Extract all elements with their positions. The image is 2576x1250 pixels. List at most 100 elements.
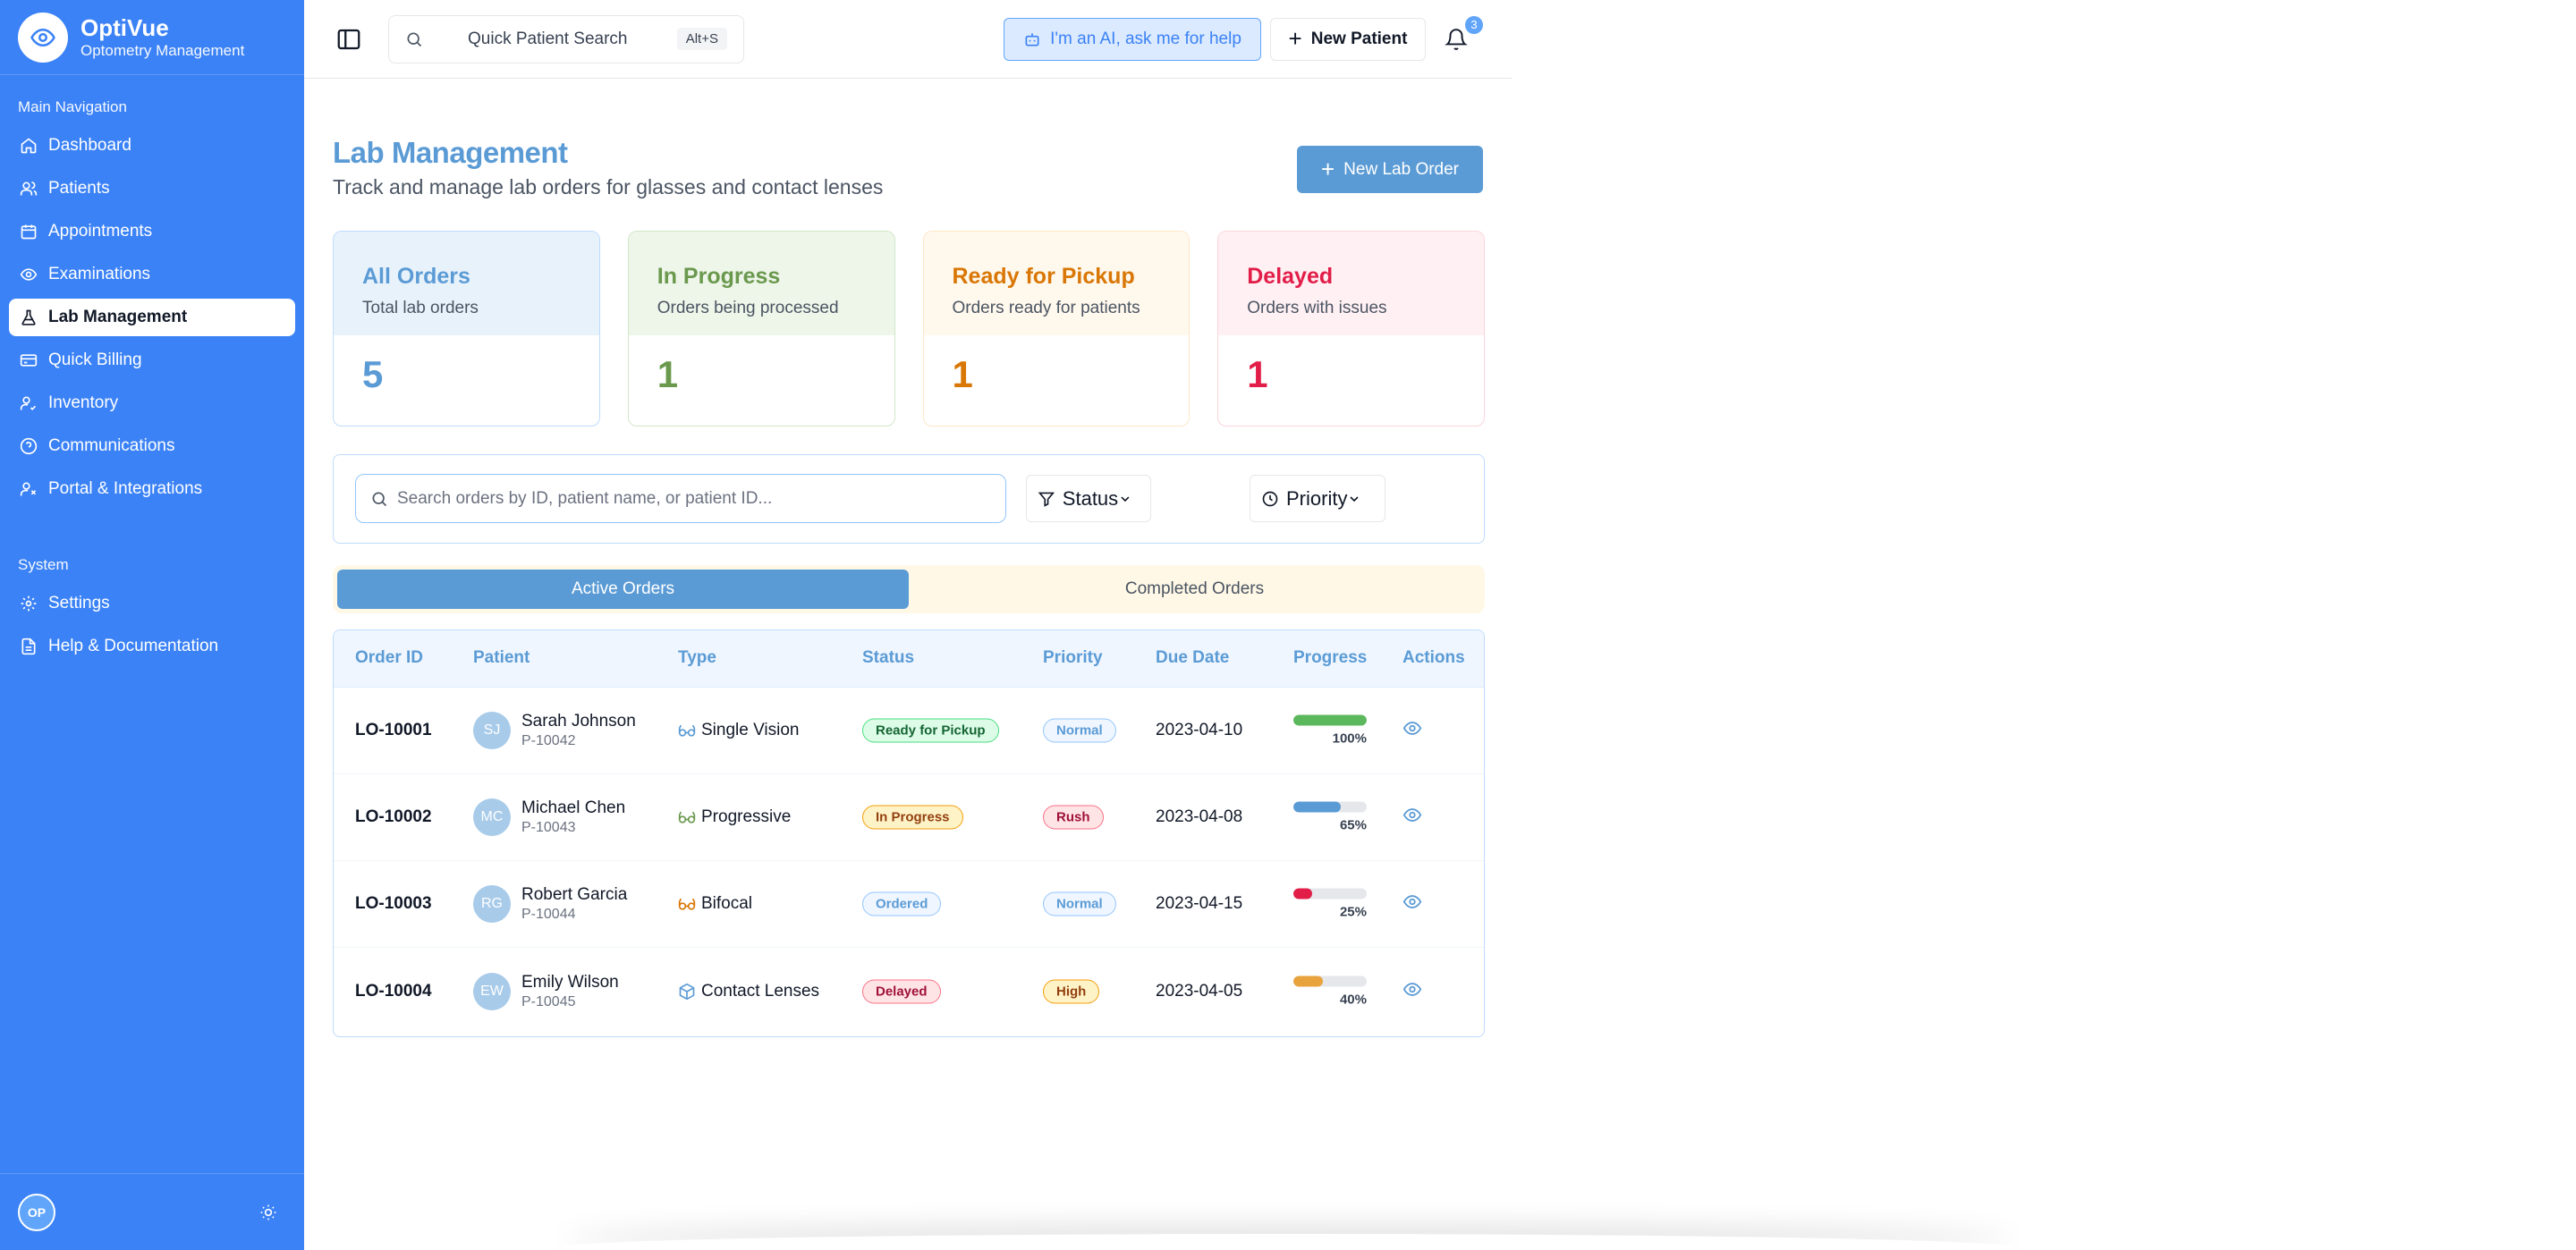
order-type: Contact Lenses — [678, 982, 819, 1001]
progress-label: 65% — [1339, 817, 1367, 833]
chevron-down-icon — [1121, 495, 1130, 502]
glasses-icon — [678, 811, 696, 823]
stat-value: 1 — [952, 353, 973, 395]
column-header[interactable]: Progress — [1293, 648, 1367, 668]
patient-avatar: EW — [473, 972, 511, 1010]
sidebar-item-dashboard[interactable]: Dashboard — [9, 127, 295, 165]
sidebar-item-patients[interactable]: Patients — [9, 170, 295, 207]
avatar[interactable]: OP — [18, 1193, 55, 1231]
column-header[interactable]: Patient — [473, 648, 530, 668]
box-icon — [679, 983, 695, 1000]
stat-card-ready-for-pickup[interactable]: Ready for Pickup Orders ready for patien… — [922, 231, 1191, 427]
progress-bar — [1293, 714, 1367, 726]
status-filter-label: Status — [1062, 486, 1119, 510]
search-icon — [407, 32, 422, 46]
sidebar-item-communications[interactable]: Communications — [9, 427, 295, 465]
sidebar-item-lab-management[interactable]: Lab Management — [9, 299, 295, 336]
column-header[interactable]: Due Date — [1156, 648, 1229, 668]
view-order-button[interactable] — [1402, 806, 1422, 830]
stat-card-delayed[interactable]: Delayed Orders with issues 1 — [1217, 231, 1485, 427]
sidebar-item-quick-billing[interactable]: Quick Billing — [9, 342, 295, 379]
system-nav: Settings Help & Documentation — [0, 585, 304, 665]
eye-logo-icon — [18, 12, 68, 63]
column-header[interactable]: Type — [678, 648, 716, 668]
stat-card-all-orders[interactable]: All Orders Total lab orders 5 — [333, 231, 600, 427]
theme-toggle-button[interactable] — [250, 1195, 286, 1230]
column-header[interactable]: Status — [862, 648, 914, 668]
sidebar-item-inventory[interactable]: Inventory — [9, 384, 295, 422]
view-order-button[interactable] — [1402, 979, 1422, 1003]
main-nav: Dashboard Patients Appointments Examinat… — [0, 127, 304, 508]
tab-completed-orders[interactable]: Completed Orders — [909, 570, 1480, 609]
progress-bar — [1293, 976, 1367, 986]
sidebar-item-label: Portal & Integrations — [48, 479, 203, 498]
order-search-input[interactable] — [397, 488, 970, 509]
table-row[interactable]: LO-10002 MC Michael Chen P-10043 Progres… — [334, 774, 1484, 861]
patient-cell: MC Michael Chen P-10043 — [473, 798, 625, 836]
status-badge: Ready for Pickup — [862, 718, 999, 743]
order-type: Single Vision — [678, 721, 800, 740]
ai-help-button[interactable]: I'm an AI, ask me for help — [1004, 17, 1261, 61]
order-type-label: Contact Lenses — [701, 981, 820, 1001]
column-header[interactable]: Priority — [1043, 648, 1103, 668]
filter-bar: Status Priority — [333, 454, 1485, 544]
stat-title: Ready for Pickup — [952, 264, 1135, 289]
patient-avatar: SJ — [473, 712, 511, 749]
patient-avatar: RG — [473, 885, 511, 923]
view-order-button[interactable] — [1402, 719, 1422, 743]
sidebar-item-label: Lab Management — [48, 308, 188, 326]
eye-icon — [20, 268, 38, 281]
order-type-label: Bifocal — [701, 894, 753, 913]
table-row[interactable]: LO-10003 RG Robert Garcia P-10044 Bifoca… — [334, 861, 1484, 948]
priority-filter-dropdown[interactable]: Priority — [1250, 475, 1385, 522]
order-id: LO-10003 — [355, 894, 432, 913]
sidebar-item-label: Dashboard — [48, 136, 131, 155]
search-icon — [372, 492, 387, 506]
stat-desc: Total lab orders — [362, 299, 479, 317]
patient-id: P-10044 — [521, 907, 576, 922]
credit-card-icon — [20, 354, 38, 367]
sidebar-item-label: Appointments — [48, 222, 153, 241]
tab-active-orders[interactable]: Active Orders — [337, 570, 909, 609]
new-patient-button[interactable]: + New Patient — [1270, 17, 1426, 61]
quick-patient-search[interactable]: Quick Patient Search Alt+S — [388, 14, 744, 63]
priority-badge: Normal — [1043, 718, 1116, 743]
priority-badge: Normal — [1043, 891, 1116, 916]
sidebar-toggle-button[interactable] — [331, 21, 367, 57]
sidebar-item-appointments[interactable]: Appointments — [9, 213, 295, 250]
view-order-button[interactable] — [1402, 892, 1422, 916]
table-row[interactable]: LO-10001 SJ Sarah Johnson P-10042 Single… — [334, 688, 1484, 774]
user-link-icon — [20, 482, 37, 496]
sidebar-item-examinations[interactable]: Examinations — [9, 256, 295, 293]
order-type: Bifocal — [678, 894, 752, 914]
patient-name: Emily Wilson — [521, 972, 619, 992]
notifications-button[interactable]: 3 — [1438, 13, 1485, 57]
stats-cards: All Orders Total lab orders 5 In Progres… — [333, 231, 1485, 427]
priority-badge: Rush — [1043, 805, 1104, 830]
status-filter-dropdown[interactable]: Status — [1026, 475, 1151, 522]
clock-icon — [1262, 491, 1278, 506]
sidebar-item-settings[interactable]: Settings — [9, 585, 295, 622]
brand-subtitle: Optometry Management — [80, 41, 245, 59]
plus-icon: + — [1288, 25, 1302, 52]
patient-cell: EW Emily Wilson P-10045 — [473, 972, 619, 1010]
calendar-icon — [21, 224, 37, 240]
brand: OptiVue Optometry Management — [0, 0, 304, 75]
table-row[interactable]: LO-10004 EW Emily Wilson P-10045 Contact… — [334, 948, 1484, 1035]
new-lab-order-button[interactable]: + New Lab Order — [1297, 146, 1483, 193]
sidebar-item-label: Quick Billing — [48, 351, 142, 369]
sidebar-item-portal-integrations[interactable]: Portal & Integrations — [9, 470, 295, 508]
stat-card-in-progress[interactable]: In Progress Orders being processed 1 — [627, 231, 895, 427]
eye-icon — [1402, 895, 1422, 908]
sidebar-item-label: Patients — [48, 179, 110, 198]
sidebar-item-help-documentation[interactable]: Help & Documentation — [9, 628, 295, 665]
stat-desc: Orders with issues — [1247, 299, 1387, 317]
patient-cell: SJ Sarah Johnson P-10042 — [473, 712, 636, 749]
order-type-label: Progressive — [701, 807, 792, 826]
brand-name: OptiVue — [80, 13, 169, 41]
column-header[interactable]: Order ID — [355, 648, 423, 668]
status-badge: Delayed — [862, 979, 941, 1003]
eye-icon — [1402, 808, 1422, 822]
users-icon — [20, 182, 38, 196]
ai-help-label: I'm an AI, ask me for help — [1050, 29, 1241, 48]
